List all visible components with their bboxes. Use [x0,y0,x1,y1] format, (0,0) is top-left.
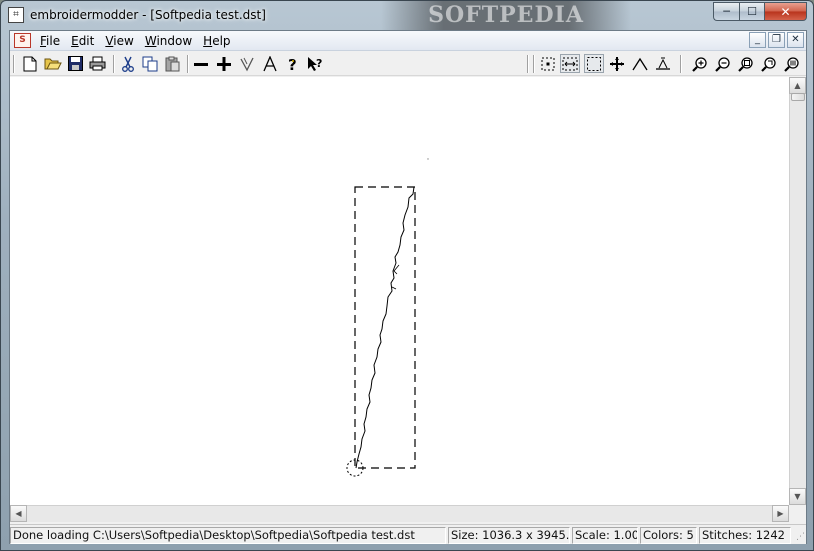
mdi-restore-button[interactable]: ❐ [768,32,785,48]
open-folder-icon[interactable] [43,54,63,73]
scroll-up-button[interactable]: ▲ [789,77,806,94]
mdi-minimize-button[interactable]: _ [749,32,766,48]
menu-edit-label: dit [78,34,95,48]
mdi-controls: _ ❐ ✕ [749,32,804,48]
toolbar-separator [187,55,189,73]
measure-icon[interactable] [653,54,673,73]
vertical-scroll-thumb[interactable] [791,93,805,101]
window-title: embroidermodder - [Softpedia test.dst] [30,8,266,22]
toolbar-separator [113,55,115,73]
toolbar-grip-2[interactable] [527,55,529,73]
menu-window-label: indow [156,34,193,48]
status-message: Done loading C:\Users\Softpedia\Desktop\… [10,527,446,544]
menu-file-label: ile [46,34,61,48]
vertical-scrollbar[interactable]: ▲ ▼ [789,77,806,505]
svg-text:?: ? [316,57,322,70]
embroidery-design [346,158,429,477]
scroll-right-button[interactable]: ▶ [772,505,789,522]
document-icon[interactable]: S [14,33,31,48]
toolbar: ? ? [10,52,806,76]
title-bar[interactable]: ⌗ embroidermodder - [Softpedia test.dst]… [1,1,813,30]
toolbar-separator [680,55,682,73]
menu-file[interactable]: File [40,34,66,48]
svg-text:?: ? [288,56,297,72]
maximize-button[interactable]: ☐ [739,2,764,21]
app-window: ⌗ embroidermodder - [Softpedia test.dst]… [0,0,814,551]
print-icon[interactable] [87,54,107,73]
scroll-left-button[interactable]: ◀ [10,505,27,522]
text-icon[interactable] [260,54,280,73]
zoom-in-icon[interactable] [690,54,710,73]
menu-window-accel: W [144,34,157,48]
paste-icon[interactable] [163,54,183,73]
cut-icon[interactable] [118,54,138,73]
menu-edit[interactable]: Edit [71,34,100,48]
horizontal-scrollbar[interactable]: ◀ ▶ [10,505,789,522]
select-point-icon[interactable] [538,54,558,73]
menu-window[interactable]: Window [145,34,198,48]
scroll-corner [789,505,806,522]
zoom-out-icon[interactable] [713,54,733,73]
status-size: Size: 1036.3 x 3945.8 mm [448,527,570,544]
toolbar-grip[interactable] [13,55,15,73]
add-icon[interactable] [214,54,234,73]
save-icon[interactable] [65,54,85,73]
client-area: S File Edit View Window Help _ ❐ ✕ ? ? ▲… [9,30,807,544]
menu-help-label: elp [212,34,231,48]
menu-view[interactable]: View [105,34,139,48]
scroll-down-button[interactable]: ▼ [789,488,806,505]
menu-edit-accel: E [71,34,79,48]
status-scale: Scale: 1.00 x [572,527,638,544]
mdi-close-button[interactable]: ✕ [787,32,804,48]
status-stitches: Stitches: 1242 [699,527,791,544]
menu-help[interactable]: Help [203,34,236,48]
copy-icon[interactable] [140,54,160,73]
app-icon[interactable]: ⌗ [8,7,24,23]
zoom-out-stitch-icon[interactable] [191,54,211,73]
status-bar: Done loading C:\Users\Softpedia\Desktop\… [10,524,806,544]
help-icon[interactable]: ? [283,54,303,73]
stitch-path [355,186,415,469]
window-controls: ─ ☐ ✕ [713,2,807,21]
angle-icon[interactable] [630,54,650,73]
context-help-icon[interactable]: ? [305,54,325,73]
select-rect-icon[interactable] [584,54,604,73]
close-button[interactable]: ✕ [764,2,807,21]
minimize-button[interactable]: ─ [713,2,739,21]
resize-grip[interactable]: ⋰ [793,531,805,543]
status-colors: Colors: 5 [640,527,697,544]
zoom-window-icon[interactable] [736,54,756,73]
menu-view-label: iew [113,34,134,48]
design-canvas[interactable] [10,77,789,505]
watermark: SOFTPEDIA [381,1,631,30]
toolbar-separator [533,55,535,73]
menu-bar: S File Edit View Window Help _ ❐ ✕ [10,31,806,51]
zoom-prev-icon[interactable] [759,54,779,73]
fit-width-icon[interactable] [560,54,580,73]
trim-icon[interactable] [237,54,257,73]
move-icon[interactable] [607,54,627,73]
new-file-icon[interactable] [20,54,40,73]
zoom-all-icon[interactable] [782,54,802,73]
menu-help-accel: H [203,34,213,48]
